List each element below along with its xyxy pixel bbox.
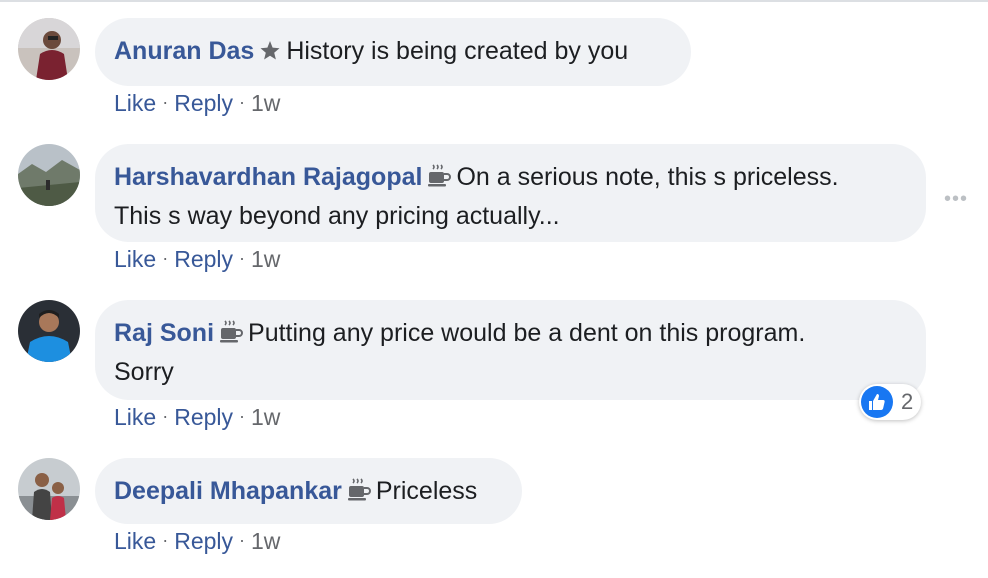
comment-text-continued: This s way beyond any pricing actually..…: [114, 202, 560, 230]
like-link[interactable]: Like: [114, 246, 156, 272]
comment-timestamp[interactable]: 1w: [251, 90, 280, 116]
comment-author-link[interactable]: Deepali Mhapankar: [114, 477, 342, 505]
coffee-cup-icon: [426, 163, 452, 199]
comment-author-link[interactable]: Anuran Das: [114, 37, 254, 65]
comment-author-link[interactable]: Harshavardhan Rajagopal: [114, 163, 422, 191]
avatar[interactable]: [18, 144, 80, 206]
like-link[interactable]: Like: [114, 528, 156, 554]
avatar[interactable]: [18, 300, 80, 362]
separator-dot: ·: [162, 530, 169, 550]
separator-dot: ·: [239, 530, 246, 550]
comment-actions: Like · Reply · 1w: [114, 528, 280, 555]
comment-actions: Like · Reply · 1w: [114, 90, 280, 117]
comment-bubble: Anuran Das History is being created by yo…: [95, 18, 691, 86]
comment-bubble: Raj Soni Putting any price would be a den…: [95, 300, 926, 400]
comment-text-continued: Sorry: [114, 358, 174, 386]
like-link[interactable]: Like: [114, 90, 156, 116]
comment-timestamp[interactable]: 1w: [251, 404, 280, 430]
comment-author-link[interactable]: Raj Soni: [114, 319, 214, 347]
separator-dot: ·: [162, 92, 169, 112]
coffee-cup-icon: [346, 477, 372, 513]
separator-dot: ·: [162, 248, 169, 268]
comment-timestamp[interactable]: 1w: [251, 528, 280, 554]
comment-text: Priceless: [375, 477, 478, 505]
comment-text: History is being created by you: [286, 37, 629, 65]
like-link[interactable]: Like: [114, 404, 156, 430]
comment-actions: Like · Reply · 1w: [114, 404, 280, 431]
avatar[interactable]: [18, 458, 80, 520]
reply-link[interactable]: Reply: [174, 90, 233, 116]
comment-text: On a serious note, this s priceless.: [456, 163, 839, 191]
comment-bubble: Deepali Mhapankar Priceless: [95, 458, 522, 524]
comment-actions: Like · Reply · 1w: [114, 246, 280, 273]
reply-link[interactable]: Reply: [174, 528, 233, 554]
coffee-cup-icon: [218, 319, 244, 355]
like-reaction-icon: [861, 386, 893, 418]
reply-link[interactable]: Reply: [174, 404, 233, 430]
more-options-icon[interactable]: •••: [944, 188, 968, 211]
separator-dot: ·: [239, 406, 246, 426]
reaction-count: 2: [901, 389, 914, 414]
separator-dot: ·: [239, 248, 246, 268]
comment-text: Putting any price would be a dent on thi…: [248, 319, 806, 347]
separator-dot: ·: [162, 406, 169, 426]
comment-timestamp[interactable]: 1w: [251, 246, 280, 272]
comment-bubble: Harshavardhan Rajagopal On a serious note…: [95, 144, 926, 242]
top-divider: [0, 0, 988, 2]
separator-dot: ·: [239, 92, 246, 112]
reaction-summary[interactable]: 2: [859, 384, 921, 420]
star-badge-icon: [258, 38, 282, 73]
avatar[interactable]: [18, 18, 80, 80]
reply-link[interactable]: Reply: [174, 246, 233, 272]
